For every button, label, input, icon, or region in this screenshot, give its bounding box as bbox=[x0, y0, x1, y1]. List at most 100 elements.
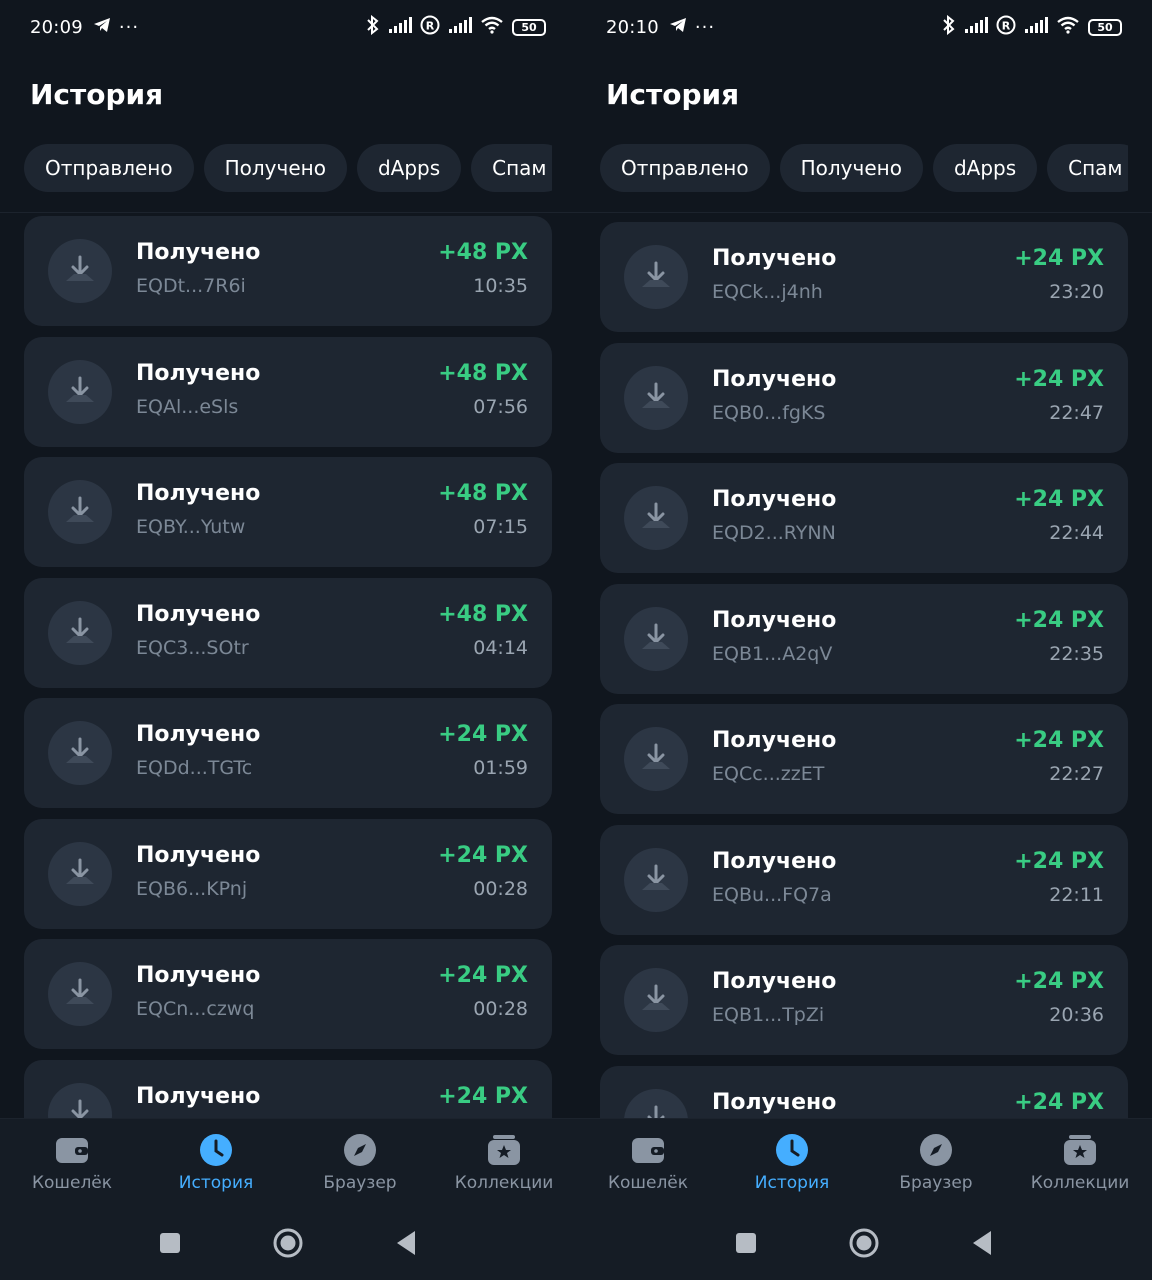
transaction-item[interactable]: Получено EQBu...FQ7a +24 PX 22:11 bbox=[600, 824, 1128, 935]
receive-icon bbox=[48, 721, 112, 785]
home-button[interactable] bbox=[849, 1228, 879, 1262]
tab-history[interactable]: История bbox=[720, 1119, 864, 1210]
status-time: 20:10 bbox=[606, 16, 659, 38]
transaction-address: EQB6...KPnj bbox=[136, 877, 248, 900]
transaction-type: Получено bbox=[712, 1089, 837, 1115]
tab-label: Коллекции bbox=[454, 1173, 554, 1193]
receive-icon bbox=[48, 480, 112, 544]
filter-spam[interactable]: Спам bbox=[1047, 144, 1128, 192]
receive-icon bbox=[624, 968, 688, 1032]
wallet-icon bbox=[55, 1133, 89, 1167]
back-button[interactable] bbox=[395, 1230, 417, 1260]
receive-icon bbox=[48, 359, 112, 424]
tab-wallet[interactable]: Кошелёк bbox=[576, 1119, 720, 1210]
transaction-address: EQCc...zzET bbox=[712, 763, 825, 785]
receive-icon bbox=[624, 245, 688, 309]
transaction-item[interactable]: Получено EQC3...SOtr +48 PX 04:14 bbox=[24, 577, 552, 688]
roaming-icon: R bbox=[996, 15, 1016, 40]
transaction-amount: +24 PX bbox=[1014, 246, 1104, 271]
transaction-time: 22:27 bbox=[1049, 763, 1104, 785]
two-phone-screenshots: 20:09 ··· R 50 История Отправлено Получе… bbox=[0, 0, 1152, 1280]
roaming-icon: R bbox=[420, 15, 440, 40]
tab-browser[interactable]: Браузер bbox=[288, 1119, 432, 1210]
tab-label: История bbox=[754, 1173, 830, 1193]
tab-collections[interactable]: Коллекции bbox=[432, 1119, 576, 1210]
transaction-list[interactable]: Получено EQCk...j4nh +24 PX 23:20 Получе… bbox=[600, 222, 1128, 1118]
transaction-item[interactable]: Получено EQDd...TGTc +24 PX 01:59 bbox=[24, 698, 552, 808]
tab-browser[interactable]: Браузер bbox=[864, 1119, 1008, 1210]
transaction-time: 22:11 bbox=[1049, 883, 1104, 906]
transaction-type: Получено bbox=[712, 487, 837, 512]
transaction-time: 20:36 bbox=[1049, 1004, 1104, 1026]
tab-wallet[interactable]: Кошелёк bbox=[0, 1119, 144, 1210]
transaction-type: Получено bbox=[712, 969, 837, 994]
more-notifications-icon: ··· bbox=[118, 16, 140, 38]
receive-icon bbox=[48, 962, 112, 1026]
receive-icon bbox=[624, 365, 688, 430]
status-bar: 20:10 ··· R 50 bbox=[576, 0, 1152, 54]
transaction-item[interactable]: Получено EQB6...KPnj +24 PX 00:28 bbox=[24, 818, 552, 929]
receive-icon bbox=[48, 239, 112, 303]
system-icons: R 50 bbox=[942, 14, 1122, 40]
transaction-item[interactable]: Получено EQAl...eSls +48 PX 07:56 bbox=[24, 336, 552, 447]
transaction-address: EQB1...TpZi bbox=[712, 1004, 825, 1026]
transaction-time: 07:56 bbox=[473, 395, 528, 418]
wallet-icon bbox=[631, 1133, 665, 1167]
transaction-time: 07:15 bbox=[473, 516, 528, 538]
transaction-time: 22:44 bbox=[1049, 522, 1104, 544]
recents-button[interactable] bbox=[159, 1232, 181, 1258]
clock-icon bbox=[199, 1133, 233, 1167]
transaction-amount: +48 PX bbox=[438, 360, 528, 386]
tab-label: Браузер bbox=[323, 1173, 397, 1193]
transaction-item[interactable]: Получено +24 PX bbox=[24, 1059, 552, 1118]
transaction-item[interactable]: Получено EQB0...fgKS +24 PX 22:47 bbox=[600, 342, 1128, 453]
transaction-item[interactable]: Получено EQBY...Yutw +48 PX 07:15 bbox=[24, 457, 552, 567]
filter-chips: Отправлено Получено dApps Спам bbox=[600, 144, 1128, 192]
filter-received[interactable]: Получено bbox=[203, 144, 347, 192]
transaction-item[interactable]: Получено EQB1...TpZi +24 PX 20:36 bbox=[600, 945, 1128, 1055]
transaction-address: EQBY...Yutw bbox=[136, 516, 246, 538]
receive-icon bbox=[48, 1082, 112, 1118]
receive-icon bbox=[48, 600, 112, 665]
transaction-amount: +24 PX bbox=[438, 1083, 528, 1109]
transaction-amount: +24 PX bbox=[1014, 728, 1104, 753]
transaction-address: EQB1...A2qV bbox=[712, 642, 833, 665]
transaction-time: 04:14 bbox=[473, 636, 528, 659]
transaction-type: Получено bbox=[136, 722, 261, 747]
transaction-item[interactable]: Получено EQB1...A2qV +24 PX 22:35 bbox=[600, 583, 1128, 694]
back-button[interactable] bbox=[971, 1230, 993, 1260]
transaction-item[interactable]: Получено EQD2...RYNN +24 PX 22:44 bbox=[600, 463, 1128, 573]
signal-icon bbox=[388, 16, 412, 38]
phone-screen-left: 20:09 ··· R 50 История Отправлено Получе… bbox=[0, 0, 576, 1280]
filter-dapps[interactable]: dApps bbox=[356, 144, 462, 192]
transaction-type: Получено bbox=[136, 360, 261, 386]
bluetooth-icon bbox=[942, 14, 956, 40]
filter-received[interactable]: Получено bbox=[779, 144, 923, 192]
tab-history[interactable]: История bbox=[144, 1119, 288, 1210]
transaction-amount: +24 PX bbox=[438, 722, 528, 747]
system-nav-bar bbox=[576, 1210, 1152, 1280]
recents-button[interactable] bbox=[735, 1232, 757, 1258]
battery-icon: 50 bbox=[1088, 18, 1122, 36]
filter-sent[interactable]: Отправлено bbox=[24, 144, 194, 192]
wifi-icon bbox=[480, 16, 504, 39]
transaction-amount: +24 PX bbox=[1014, 487, 1104, 512]
filter-spam[interactable]: Спам bbox=[471, 144, 552, 192]
transaction-address: EQAl...eSls bbox=[136, 395, 239, 418]
transaction-amount: +24 PX bbox=[1014, 969, 1104, 994]
tab-collections[interactable]: Коллекции bbox=[1008, 1119, 1152, 1210]
transaction-item[interactable]: Получено EQCn...czwq +24 PX 00:28 bbox=[24, 939, 552, 1049]
collection-star-icon bbox=[487, 1133, 521, 1167]
transaction-item[interactable]: Получено EQCk...j4nh +24 PX 23:20 bbox=[600, 222, 1128, 332]
transaction-list[interactable]: Получено EQDt...7R6i +48 PX 10:35 Получе… bbox=[24, 216, 552, 1118]
transaction-item[interactable]: Получено EQCc...zzET +24 PX 22:27 bbox=[600, 704, 1128, 814]
filter-sent[interactable]: Отправлено bbox=[600, 144, 770, 192]
transaction-item[interactable]: Получено +24 PX bbox=[600, 1065, 1128, 1118]
transaction-item[interactable]: Получено EQDt...7R6i +48 PX 10:35 bbox=[24, 216, 552, 326]
transaction-type: Получено bbox=[136, 842, 261, 868]
signal-2-icon bbox=[1024, 16, 1048, 38]
home-button[interactable] bbox=[273, 1228, 303, 1262]
transaction-time: 22:47 bbox=[1049, 401, 1104, 424]
transaction-amount: +24 PX bbox=[1014, 848, 1104, 874]
filter-dapps[interactable]: dApps bbox=[932, 144, 1038, 192]
